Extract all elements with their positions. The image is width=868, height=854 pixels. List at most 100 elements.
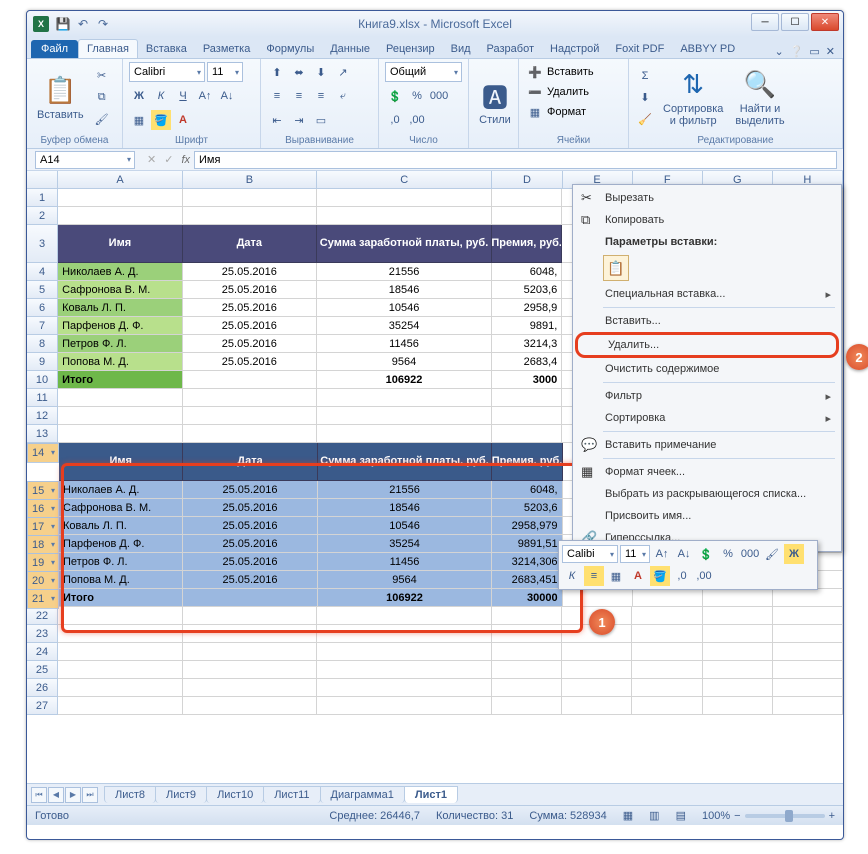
col-header[interactable]: B — [183, 171, 317, 188]
row-header[interactable]: 25 — [27, 661, 58, 679]
cell[interactable] — [183, 661, 317, 679]
cell[interactable]: 35254 — [318, 535, 493, 553]
mini-size-select[interactable]: 11 — [620, 545, 650, 563]
cell[interactable]: Сумма заработной платы, руб. — [318, 443, 493, 481]
col-header[interactable]: D — [492, 171, 562, 188]
cell[interactable] — [492, 697, 562, 715]
cell[interactable]: Николаев А. Д. — [59, 481, 183, 499]
cell[interactable]: Парфенов Д. Ф. — [59, 535, 183, 553]
close-workbook-icon[interactable]: ✕ — [826, 45, 835, 58]
mini-border-icon[interactable]: ▦ — [606, 566, 626, 586]
name-box[interactable]: A14 — [35, 151, 135, 169]
cell[interactable]: 9564 — [318, 571, 493, 589]
cell[interactable] — [317, 661, 492, 679]
cell[interactable] — [317, 643, 492, 661]
fill-color-icon[interactable]: 🪣 — [151, 110, 171, 130]
font-color-icon[interactable]: A — [173, 110, 193, 130]
cell[interactable] — [183, 425, 317, 443]
row-header[interactable]: 11 — [27, 389, 58, 407]
tab-formulas[interactable]: Формулы — [258, 40, 322, 58]
cell[interactable] — [773, 661, 843, 679]
mini-font-color-icon[interactable]: A — [628, 566, 648, 586]
tab-file[interactable]: Файл — [31, 40, 78, 58]
cell[interactable]: 18546 — [317, 281, 492, 299]
cell[interactable] — [317, 425, 492, 443]
cell[interactable] — [58, 389, 183, 407]
cell[interactable]: Сумма заработной платы, руб. — [317, 225, 492, 263]
cell[interactable] — [563, 589, 633, 607]
row-header[interactable]: 16 — [27, 499, 59, 519]
increase-decimal-icon[interactable]: ,0 — [385, 110, 405, 130]
percent-icon[interactable]: % — [407, 86, 427, 106]
row-header[interactable]: 12 — [27, 407, 58, 425]
cell[interactable] — [317, 679, 492, 697]
cell[interactable]: 106922 — [318, 589, 493, 607]
menu-sort[interactable]: Сортировка — [575, 407, 839, 429]
delete-cells-icon[interactable]: ➖ — [525, 82, 545, 102]
cell[interactable] — [773, 697, 843, 715]
cell[interactable]: 6048, — [492, 481, 562, 499]
cell[interactable]: 5203,6 — [492, 281, 562, 299]
tab-dev[interactable]: Разработ — [479, 40, 542, 58]
cut-icon[interactable]: ✂ — [92, 66, 112, 86]
cell[interactable]: Дата — [183, 443, 317, 481]
cell[interactable]: 106922 — [317, 371, 492, 389]
align-top-icon[interactable]: ⬆ — [267, 62, 287, 82]
row-header[interactable]: 1 — [27, 189, 58, 207]
sheet-tab[interactable]: Лист11 — [263, 786, 320, 803]
cell[interactable]: Попова М. Д. — [59, 571, 183, 589]
cell[interactable]: 3214,306 — [492, 553, 562, 571]
cell[interactable]: 2683,451 — [492, 571, 562, 589]
cell[interactable]: 25.05.2016 — [183, 263, 317, 281]
sheet-tab[interactable]: Лист8 — [104, 786, 156, 803]
cell[interactable]: 11456 — [318, 553, 493, 571]
paste-button[interactable]: 📋Вставить — [33, 73, 88, 123]
row-header[interactable]: 21 — [27, 589, 59, 609]
tab-review[interactable]: Рецензир — [378, 40, 443, 58]
cell[interactable]: 21556 — [318, 481, 493, 499]
cell[interactable]: 6048, — [492, 263, 562, 281]
cell[interactable]: Коваль Л. П. — [59, 517, 183, 535]
menu-paste-special[interactable]: Специальная вставка... — [575, 283, 839, 305]
insert-cells-icon[interactable]: ➕ — [525, 62, 545, 82]
align-center-icon[interactable]: ≡ — [289, 86, 309, 106]
cell[interactable] — [317, 207, 492, 225]
row-header[interactable]: 2 — [27, 207, 58, 225]
menu-cut[interactable]: ✂Вырезать — [575, 187, 839, 209]
cell[interactable] — [492, 643, 562, 661]
cell[interactable]: Имя — [59, 443, 183, 481]
cell[interactable] — [632, 661, 702, 679]
menu-format-cells[interactable]: ▦Формат ячеек... — [575, 461, 839, 483]
cell[interactable] — [317, 407, 492, 425]
restore-workbook-icon[interactable]: ▭ — [809, 45, 819, 58]
cell[interactable] — [703, 589, 773, 607]
mini-font-select[interactable]: Calibi — [562, 545, 618, 563]
align-right-icon[interactable]: ≡ — [311, 86, 331, 106]
orientation-icon[interactable]: ↗ — [333, 62, 353, 82]
cell[interactable] — [562, 661, 632, 679]
cell[interactable]: 9891,51 — [492, 535, 562, 553]
prev-sheet-icon[interactable]: ◀ — [48, 787, 64, 803]
menu-delete[interactable]: Удалить... — [575, 332, 839, 358]
next-sheet-icon[interactable]: ▶ — [65, 787, 81, 803]
sheet-tab[interactable]: Лист1 — [404, 786, 458, 803]
maximize-button[interactable]: ☐ — [781, 13, 809, 31]
redo-icon[interactable]: ↷ — [95, 16, 111, 32]
cell[interactable] — [703, 607, 773, 625]
cell[interactable] — [492, 661, 562, 679]
cell[interactable] — [317, 189, 492, 207]
font-size-select[interactable]: 11 — [207, 62, 243, 82]
cell[interactable]: 10546 — [318, 517, 493, 535]
cell[interactable] — [773, 589, 843, 607]
cell[interactable] — [703, 643, 773, 661]
menu-comment[interactable]: 💬Вставить примечание — [575, 434, 839, 456]
align-bottom-icon[interactable]: ⬇ — [311, 62, 331, 82]
cell[interactable]: 2683,4 — [492, 353, 562, 371]
cell[interactable]: 21556 — [317, 263, 492, 281]
tab-foxit[interactable]: Foxit PDF — [607, 40, 672, 58]
cell[interactable] — [773, 679, 843, 697]
cell[interactable]: 25.05.2016 — [183, 517, 317, 535]
cell[interactable] — [492, 607, 562, 625]
decrease-font-icon[interactable]: A↓ — [217, 86, 237, 106]
cell[interactable] — [703, 661, 773, 679]
